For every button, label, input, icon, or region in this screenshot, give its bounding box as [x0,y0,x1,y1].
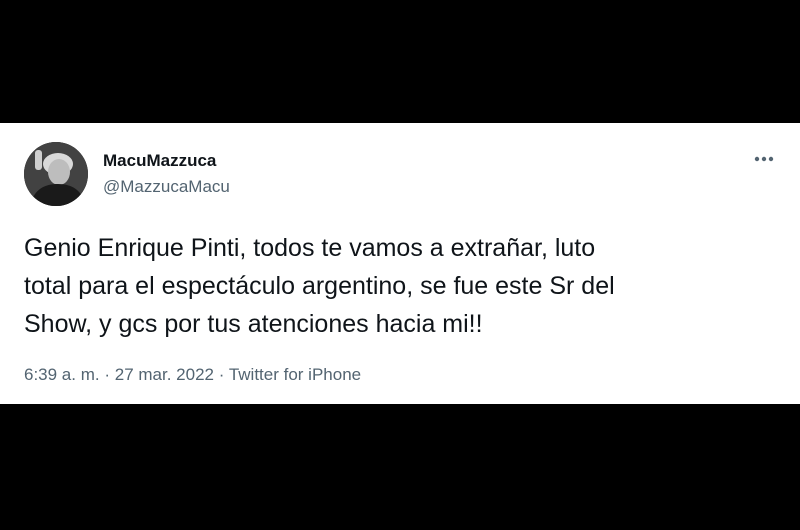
tweet-date[interactable]: 27 mar. 2022 [115,365,214,384]
screenshot-canvas: MacuMazzuca @MazzucaMacu Genio Enrique P… [0,0,800,530]
tweet-metadata: 6:39 a. m. · 27 mar. 2022 · Twitter for … [24,365,361,385]
meta-separator: · [218,365,225,384]
meta-separator: · [104,365,111,384]
more-options-button[interactable] [748,147,780,171]
author-display-name[interactable]: MacuMazzuca [103,151,216,171]
profile-photo-icon [24,142,88,206]
more-horizontal-icon [754,156,774,162]
tweet-text: Genio Enrique Pinti, todos te vamos a ex… [24,234,615,338]
avatar[interactable] [24,142,88,206]
tweet-source-link[interactable]: Twitter for iPhone [229,365,361,384]
tweet-card: MacuMazzuca @MazzucaMacu Genio Enrique P… [0,123,800,404]
author-handle[interactable]: @MazzucaMacu [103,177,230,197]
tweet-time[interactable]: 6:39 a. m. [24,365,100,384]
